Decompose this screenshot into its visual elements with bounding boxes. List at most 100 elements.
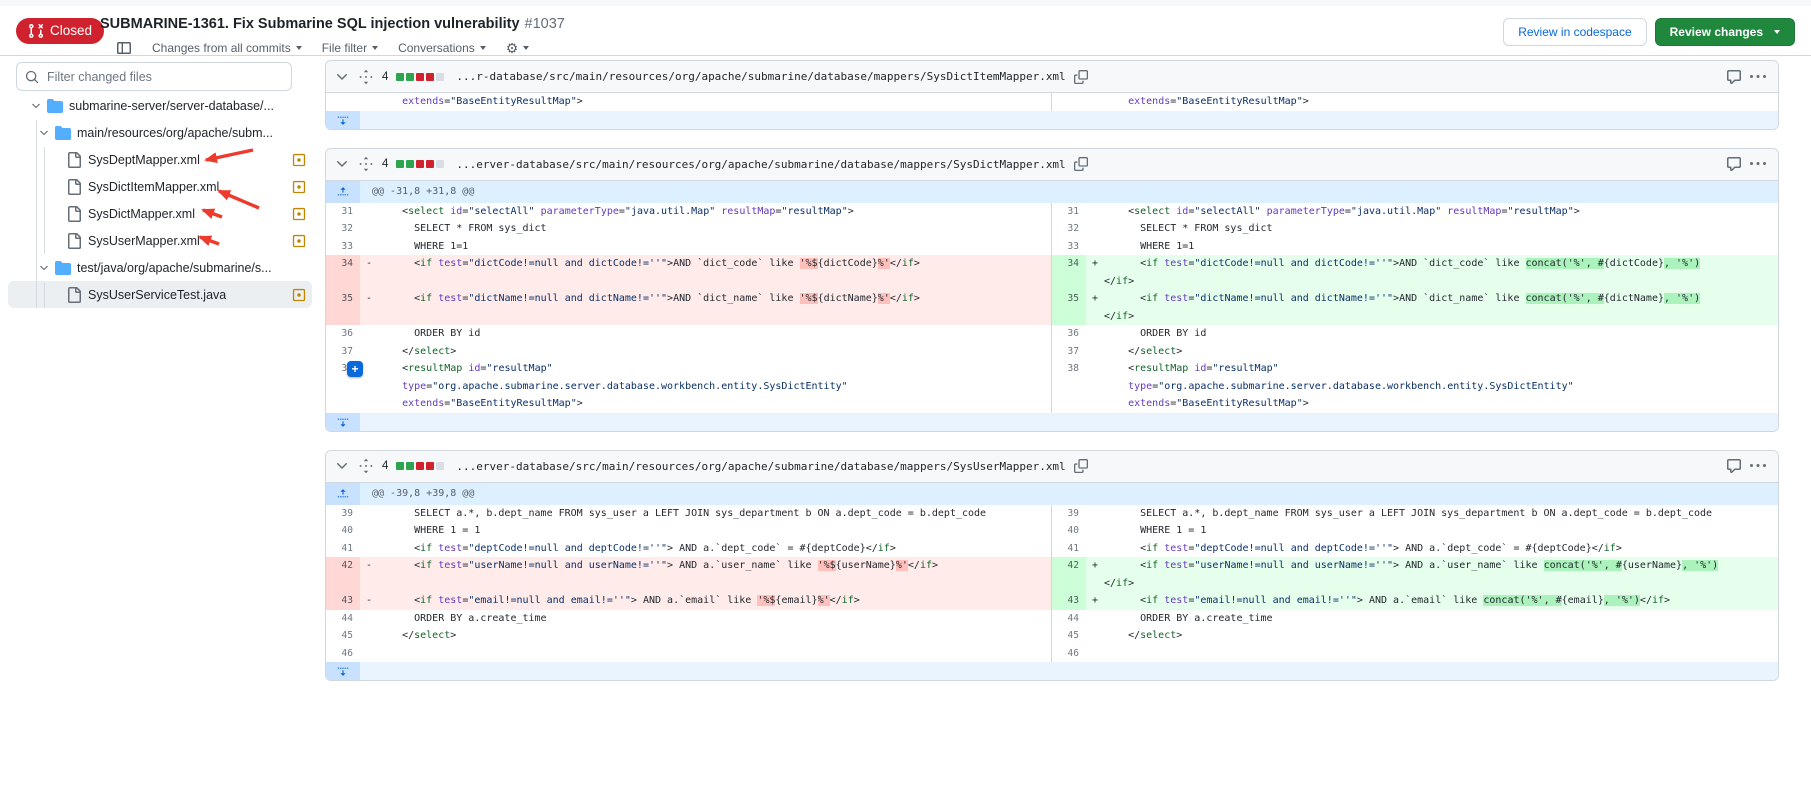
line-number[interactable]: 36 bbox=[326, 325, 360, 343]
code-line: <if test="dictCode!=null and dictCode!='… bbox=[1104, 255, 1778, 273]
line-number[interactable]: 43 bbox=[326, 592, 360, 610]
file-menu-button[interactable] bbox=[1750, 156, 1766, 172]
line-number[interactable]: 46 bbox=[326, 645, 360, 663]
line-number[interactable]: 46 bbox=[1052, 645, 1086, 663]
filter-changed-files-input[interactable] bbox=[45, 69, 283, 85]
line-number[interactable]: 38 bbox=[1052, 360, 1086, 413]
line-number[interactable]: 45 bbox=[326, 627, 360, 645]
expand-up-button[interactable] bbox=[326, 483, 360, 505]
line-number[interactable] bbox=[326, 93, 360, 111]
line-number[interactable]: 44 bbox=[326, 610, 360, 628]
code-line: SELECT * FROM sys_dict bbox=[378, 220, 1051, 238]
drag-handle-icon[interactable] bbox=[358, 69, 374, 85]
file-path-link[interactable]: ...erver-database/src/main/resources/org… bbox=[456, 460, 1065, 473]
fold-down-icon bbox=[337, 114, 349, 126]
diff-left-del: 43- <if test="email!=null and email!=''"… bbox=[326, 592, 1052, 610]
tree-file-sysdictitemmapper-xml[interactable]: SysDictItemMapper.xml bbox=[8, 173, 312, 200]
tree-folder-main-resources-org-apache-subm[interactable]: main/resources/org/apache/subm... bbox=[8, 119, 312, 146]
diff-row: 42- <if test="userName!=null and userNam… bbox=[326, 557, 1778, 592]
file-menu-button[interactable] bbox=[1750, 69, 1766, 85]
file-path-link[interactable]: ...r-database/src/main/resources/org/apa… bbox=[456, 70, 1065, 83]
line-number[interactable]: 40 bbox=[326, 522, 360, 540]
line-number[interactable]: 33 bbox=[1052, 238, 1086, 256]
changes-from-dropdown[interactable]: Changes from all commits bbox=[152, 41, 302, 55]
line-number[interactable]: 34 bbox=[1052, 255, 1086, 290]
tree-folder-test-java-org-apache-submarine-s[interactable]: test/java/org/apache/submarine/s... bbox=[8, 254, 312, 281]
line-number[interactable]: 32 bbox=[326, 220, 360, 238]
diffstat bbox=[396, 160, 444, 168]
diff-row: 37 </select>37 </select> bbox=[326, 343, 1778, 361]
line-number[interactable] bbox=[1052, 93, 1086, 111]
diff-left-ctx: 38 <resultMap id="resultMap" type="org.a… bbox=[326, 360, 1052, 413]
line-number[interactable]: 35 bbox=[1052, 290, 1086, 325]
tree-file-sysdictmapper-xml[interactable]: SysDictMapper.xml bbox=[8, 200, 312, 227]
code-line: <if test="dictName!=null and dictName!='… bbox=[378, 290, 1051, 308]
fold-up-icon bbox=[337, 488, 349, 500]
diff-left-ctx: 39 SELECT a.*, b.dept_name FROM sys_user… bbox=[326, 505, 1052, 523]
collapse-file-button[interactable] bbox=[334, 69, 350, 85]
conversations-dropdown[interactable]: Conversations bbox=[398, 41, 486, 55]
line-number[interactable]: 36 bbox=[1052, 325, 1086, 343]
drag-handle-icon[interactable] bbox=[358, 458, 374, 474]
code-line: WHERE 1 = 1 bbox=[1104, 522, 1778, 540]
collapse-file-button[interactable] bbox=[334, 458, 350, 474]
copy-path-button[interactable] bbox=[1074, 157, 1088, 171]
tree-file-sysuserservicetest-java[interactable]: SysUserServiceTest.java bbox=[8, 281, 312, 308]
comment-button[interactable] bbox=[1726, 458, 1742, 474]
review-in-codespace-button[interactable]: Review in codespace bbox=[1503, 18, 1646, 46]
hunk-text: @@ -31,8 +31,8 @@ bbox=[360, 181, 1778, 203]
copy-path-button[interactable] bbox=[1074, 459, 1088, 473]
code-line bbox=[378, 645, 1051, 663]
code-line: <if test="deptCode!=null and deptCode!='… bbox=[1104, 540, 1778, 558]
folder-icon bbox=[47, 98, 63, 114]
file-filter-dropdown[interactable]: File filter bbox=[322, 41, 378, 55]
code-line: <resultMap id="resultMap" bbox=[1104, 360, 1778, 378]
line-number[interactable]: 39 bbox=[326, 505, 360, 523]
copy-path-button[interactable] bbox=[1074, 70, 1088, 84]
code-line bbox=[378, 575, 1051, 593]
line-number[interactable]: 41 bbox=[1052, 540, 1086, 558]
line-number[interactable]: 40 bbox=[1052, 522, 1086, 540]
tree-label: SysDictItemMapper.xml bbox=[88, 180, 219, 194]
collapse-file-button[interactable] bbox=[334, 156, 350, 172]
line-number[interactable]: 37 bbox=[326, 343, 360, 361]
line-number[interactable]: 42 bbox=[1052, 557, 1086, 592]
line-number[interactable]: 37 bbox=[1052, 343, 1086, 361]
line-number[interactable]: 32 bbox=[1052, 220, 1086, 238]
comment-button[interactable] bbox=[1726, 69, 1742, 85]
code-line: type="org.apache.submarine.server.databa… bbox=[1104, 378, 1778, 396]
add-line-comment-button[interactable]: + bbox=[347, 361, 363, 377]
diff-right-add: 35+ <if test="dictName!=null and dictNam… bbox=[1052, 290, 1778, 325]
sidebar-toggle-icon[interactable] bbox=[116, 40, 132, 56]
diff-settings-dropdown[interactable]: ⚙ bbox=[506, 41, 530, 55]
line-number[interactable]: 31 bbox=[1052, 203, 1086, 221]
line-number[interactable]: 34 bbox=[326, 255, 360, 290]
pr-status-label: Closed bbox=[50, 24, 92, 38]
diff-row: 35- <if test="dictName!=null and dictNam… bbox=[326, 290, 1778, 325]
tree-file-sysusermapper-xml[interactable]: SysUserMapper.xml bbox=[8, 227, 312, 254]
line-number[interactable]: 39 bbox=[1052, 505, 1086, 523]
line-number[interactable]: 43 bbox=[1052, 592, 1086, 610]
line-number[interactable]: 35 bbox=[326, 290, 360, 325]
diff-sign: + bbox=[1086, 290, 1104, 325]
expand-diff-button[interactable] bbox=[326, 111, 1778, 129]
line-number[interactable]: 33 bbox=[326, 238, 360, 256]
line-number[interactable]: 31 bbox=[326, 203, 360, 221]
code-line: SELECT a.*, b.dept_name FROM sys_user a … bbox=[378, 505, 1051, 523]
line-number[interactable]: 41 bbox=[326, 540, 360, 558]
file-path-link[interactable]: ...erver-database/src/main/resources/org… bbox=[456, 158, 1065, 171]
expand-diff-button[interactable] bbox=[326, 662, 1778, 680]
file-menu-button[interactable] bbox=[1750, 458, 1766, 474]
review-changes-button[interactable]: Review changes bbox=[1655, 18, 1795, 46]
line-number[interactable]: 45 bbox=[1052, 627, 1086, 645]
drag-handle-icon[interactable] bbox=[358, 156, 374, 172]
line-number[interactable]: 44 bbox=[1052, 610, 1086, 628]
expand-diff-button[interactable] bbox=[326, 413, 1778, 431]
tree-file-sysdeptmapper-xml[interactable]: SysDeptMapper.xml bbox=[8, 146, 312, 173]
comment-button[interactable] bbox=[1726, 156, 1742, 172]
expand-up-button[interactable] bbox=[326, 181, 360, 203]
tree-folder-submarine-server-server-database[interactable]: submarine-server/server-database/... bbox=[8, 92, 312, 119]
code-line: type="org.apache.submarine.server.databa… bbox=[378, 378, 1051, 396]
code-line: extends="BaseEntityResultMap"> bbox=[378, 395, 1051, 413]
line-number[interactable]: 42 bbox=[326, 557, 360, 592]
